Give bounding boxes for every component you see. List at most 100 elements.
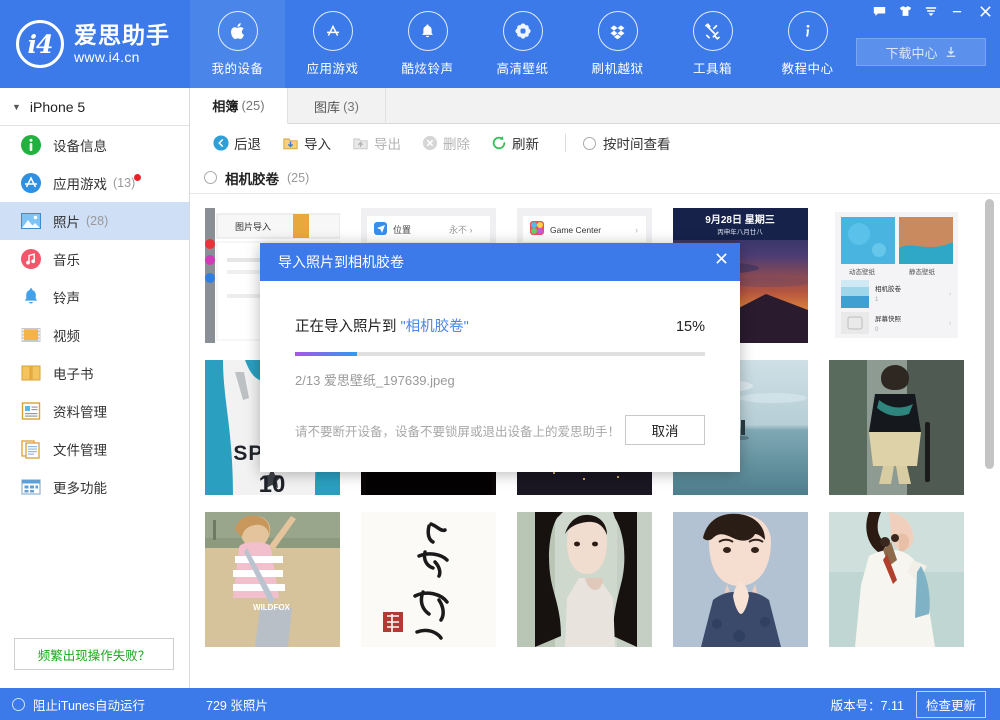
nav-item-flash-jailbreak[interactable]: 刷机越狱 [570,0,665,88]
brand-name: 爱思助手 [74,22,170,48]
photo-thumbnail[interactable] [517,512,652,647]
album-select-radio-icon[interactable] [204,171,217,184]
nav-label: 应用游戏 [306,58,358,77]
message-icon[interactable] [866,0,892,22]
cancel-button[interactable]: 取消 [625,415,705,445]
status-bar: 阻止iTunes自动运行 729 张照片 版本号：7.11 检查更新 [0,688,1000,720]
import-button[interactable]: 导入 [273,129,340,157]
tab-count: (3) [343,99,359,114]
minimize-icon[interactable] [944,0,970,22]
skin-icon[interactable] [892,0,918,22]
nav-item-ringtones[interactable]: 酷炫铃声 [380,0,475,88]
svg-text:丙申年八月廿八: 丙申年八月廿八 [717,227,763,236]
i4-logo-icon: i4 [16,20,64,68]
back-button[interactable]: 后退 [204,129,270,157]
nav-label: 工具箱 [693,58,732,77]
nav-item-wallpapers[interactable]: 高清壁纸 [475,0,570,88]
progress-bar [295,352,705,356]
scrollbar-thumb[interactable] [985,199,994,469]
dialog-body: 正在导入照片到"相机胶卷" 15% 2/13 爱思壁纸_197639.jpeg … [260,281,740,445]
sidebar-item-label: 照片 [53,211,80,231]
app-header: i4 爱思助手 www.i4.cn 我的设备 应用游戏 [0,0,1000,88]
refresh-button[interactable]: 刷新 [482,129,548,157]
info-icon [788,11,828,51]
nav-item-apps-games[interactable]: 应用游戏 [285,0,380,88]
sidebar-item-label: 设备信息 [53,135,107,155]
toolbar: 后退 导入 导出 删除 刷新 按时间查看 [190,124,1000,162]
svg-text:永不 ›: 永不 › [449,224,473,235]
sidebar-item-count: (13) [113,176,135,190]
photo-thumbnail[interactable] [829,512,964,647]
close-icon[interactable] [702,243,740,273]
device-name: iPhone 5 [30,99,85,115]
download-center-button[interactable]: 下载中心 [856,38,986,66]
sidebar-item-label: 更多功能 [53,477,107,497]
menu-icon[interactable] [918,0,944,22]
sidebar-item-count: (28) [86,214,108,228]
block-itunes-label: 阻止iTunes自动运行 [33,695,145,714]
photo-thumbnail[interactable] [361,512,496,647]
photo-thumbnail[interactable]: 动态壁纸 静态壁纸 相机胶卷 1 › 屏幕快照 0 › [829,208,964,343]
sidebar-item-ebooks[interactable]: 电子书 [0,354,189,392]
appstore-icon [313,11,353,51]
export-button[interactable]: 导出 [343,129,410,157]
app-window: i4 爱思助手 www.i4.cn 我的设备 应用游戏 [0,0,1000,720]
apple-icon [218,11,258,51]
sidebar-item-file-management[interactable]: 文件管理 [0,430,189,468]
tab-gallery[interactable]: 图库 (3) [288,88,386,124]
scrollbar-track[interactable] [988,194,997,688]
album-name: 相机胶卷 [225,168,279,188]
sidebar-item-label: 电子书 [53,363,94,383]
block-itunes-toggle[interactable]: 阻止iTunes自动运行 [0,695,190,714]
nav-item-tutorials[interactable]: 教程中心 [760,0,855,88]
appstore-icon [20,172,42,194]
progress-task-prefix: 正在导入照片到 [295,319,397,335]
import-progress-dialog: 导入照片到相机胶卷 正在导入照片到"相机胶卷" 15% 2/13 爱思壁纸_19… [260,243,740,472]
sidebar-item-ringtones[interactable]: 铃声 [0,278,189,316]
close-icon[interactable] [970,0,1000,22]
export-icon [352,135,369,151]
album-count: (25) [287,171,309,185]
progress-percent: 15% [676,319,705,335]
warning-text: 请不要断开设备，设备不要锁屏或退出设备上的爱思助手！ [295,421,620,440]
sidebar-item-label: 应用游戏 [53,173,107,193]
nav-item-toolbox[interactable]: 工具箱 [665,0,760,88]
help-link[interactable]: 频繁出现操作失败？ [14,638,174,670]
svg-text:›: › [635,225,638,235]
svg-text:WILDFOX: WILDFOX [253,603,291,612]
tab-count: (25) [241,98,264,113]
check-update-button[interactable]: 检查更新 [916,691,986,718]
sidebar-item-device-info[interactable]: 设备信息 [0,126,189,164]
photo-icon [20,210,42,232]
nav-label: 教程中心 [781,58,833,77]
album-header[interactable]: 相机胶卷 (25) [190,162,1000,194]
notification-badge-icon [134,174,141,181]
toolbar-label: 后退 [234,133,261,153]
sidebar-item-data-management[interactable]: 资料管理 [0,392,189,430]
progress-task-text: 正在导入照片到"相机胶卷" [295,315,469,336]
tab-label: 图库 [314,97,340,116]
files-icon [20,438,42,460]
sidebar-item-more-features[interactable]: 更多功能 [0,468,189,506]
tab-albums[interactable]: 相簿 (25) [190,88,288,124]
photo-thumbnail[interactable] [673,512,808,647]
device-selector[interactable]: ▼ iPhone 5 [0,88,189,126]
sidebar-item-apps-games[interactable]: 应用游戏 (13) [0,164,189,202]
window-controls [866,0,1000,22]
photo-thumbnail[interactable] [829,360,964,495]
sidebar-item-label: 视频 [53,325,80,345]
sidebar-item-photos[interactable]: 照片 (28) [0,202,189,240]
nav-item-my-device[interactable]: 我的设备 [190,0,285,88]
svg-text:静态壁纸: 静态壁纸 [909,267,936,276]
svg-text:图片导入: 图片导入 [235,221,271,232]
sidebar-item-music[interactable]: 音乐 [0,240,189,278]
sidebar-item-videos[interactable]: 视频 [0,316,189,354]
dialog-title: 导入照片到相机胶卷 [278,252,404,272]
delete-button[interactable]: 删除 [413,129,479,157]
photo-thumbnail[interactable]: WILDFOX [205,512,340,647]
view-by-time-checkbox[interactable]: 按时间查看 [583,133,671,153]
refresh-icon [491,135,507,151]
photo-count-label: 729 张照片 [190,695,831,714]
back-icon [213,135,229,151]
toolbar-label: 导入 [304,133,331,153]
